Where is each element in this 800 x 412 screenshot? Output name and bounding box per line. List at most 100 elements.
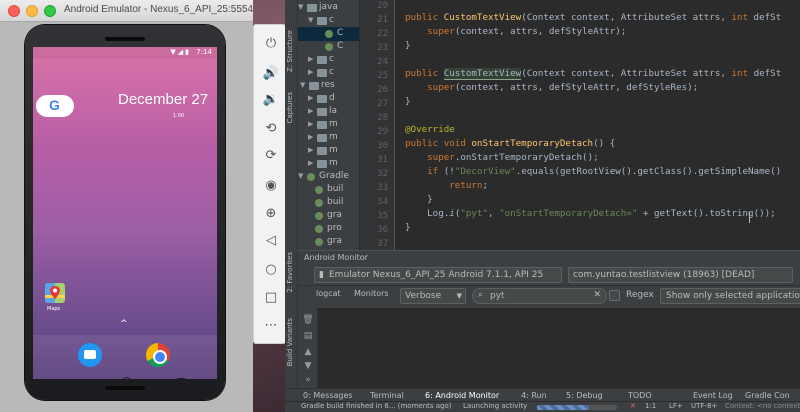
cancel-progress-icon[interactable]: ✕	[630, 402, 636, 410]
project-tree-item[interactable]: buil	[298, 183, 359, 197]
overview-button-icon[interactable]: □	[262, 289, 280, 307]
tree-expand-icon[interactable]: ▶	[308, 133, 313, 141]
app-drawer-chevron-icon[interactable]: ^	[120, 319, 128, 329]
tree-expand-icon[interactable]: ▶	[308, 120, 313, 128]
rotate-right-icon[interactable]: ⟳	[262, 147, 280, 165]
line-number: 26	[377, 85, 388, 95]
project-tree-item[interactable]: gra	[298, 235, 359, 249]
project-tree-item[interactable]: ▶ la	[298, 105, 359, 119]
back-button-icon[interactable]: ◁	[262, 232, 280, 250]
project-tree-item[interactable]: ▼ java	[298, 1, 359, 15]
project-tree-item[interactable]: ▶ m	[298, 118, 359, 132]
volume-up-icon[interactable]: 🔊	[262, 65, 280, 83]
tree-expand-icon[interactable]: ▶	[308, 55, 313, 63]
folder-icon	[317, 160, 327, 168]
tree-expand-icon[interactable]: ▶	[308, 146, 313, 154]
logcat-output[interactable]	[318, 308, 800, 388]
google-search-widget[interactable]: G	[36, 95, 74, 117]
bottom-tab[interactable]: 0: Messages	[303, 391, 353, 400]
power-icon[interactable]: ⏻	[262, 35, 280, 53]
project-tree-item[interactable]: ▶ d	[298, 92, 359, 106]
volume-down-icon[interactable]: 🔉	[262, 91, 280, 109]
logcat-tab[interactable]: logcat	[316, 289, 341, 298]
bottom-tab[interactable]: 6: Android Monitor	[425, 391, 499, 400]
build-variants-tool-tab[interactable]: Build Variants	[286, 318, 294, 366]
tree-expand-icon[interactable]: ▶	[308, 107, 313, 115]
bottom-tab[interactable]: 5: Debug	[566, 391, 603, 400]
project-tree-item[interactable]: ▼ c	[298, 14, 359, 28]
device-selector-bar: ▮ Emulator Nexus_6_API_25 Android 7.1.1,…	[298, 264, 800, 286]
line-separator[interactable]: LF+	[669, 402, 683, 410]
project-tree-item[interactable]: ▶ c	[298, 53, 359, 67]
logcat-search-input[interactable]: ⌕ pyt ✕	[472, 288, 607, 304]
device-dropdown[interactable]: ▮ Emulator Nexus_6_API_25 Android 7.1.1,…	[314, 267, 562, 283]
structure-tool-tab[interactable]: Z: Structure	[286, 30, 294, 72]
favorites-tool-tab[interactable]: 2: Favorites	[286, 252, 294, 293]
bottom-tab[interactable]: Terminal	[370, 391, 404, 400]
tree-expand-icon[interactable]: ▼	[308, 16, 313, 24]
more-icon[interactable]: ⋯	[262, 317, 280, 335]
tree-expand-icon[interactable]: ▼	[300, 81, 305, 89]
tree-expand-icon[interactable]: ▶	[308, 159, 313, 167]
minimize-window-button[interactable]	[26, 5, 38, 17]
regex-checkbox[interactable]	[609, 290, 620, 301]
tree-expand-icon[interactable]: ▼	[298, 3, 303, 11]
project-tree-label: c	[329, 67, 334, 77]
camera-icon[interactable]: ◉	[262, 177, 280, 195]
project-tree-label: m	[329, 145, 338, 155]
process-dropdown[interactable]: com.yuntao.testlistview (18963) [DEAD]	[568, 267, 793, 283]
date-widget[interactable]: December 27	[118, 91, 208, 108]
back-icon[interactable]: ◀	[71, 378, 78, 379]
code-editor[interactable]: public CustomTextView(Context context, A…	[395, 0, 800, 250]
project-tree-item[interactable]: ▶ m	[298, 131, 359, 145]
bottom-tab[interactable]: Event Log	[693, 391, 733, 400]
project-tree-item[interactable]: ▶ c	[298, 66, 359, 80]
project-tree-item[interactable]: ▼ res	[298, 79, 359, 93]
maps-app-icon[interactable]	[45, 283, 65, 303]
monitors-tab[interactable]: Monitors	[354, 289, 389, 298]
home-button-icon[interactable]: ○	[262, 261, 280, 279]
status-time: 7:14	[196, 48, 212, 56]
close-window-button[interactable]	[8, 5, 20, 17]
up-arrow-icon[interactable]: ▲	[302, 346, 314, 358]
file-encoding[interactable]: UTF-8+	[691, 402, 717, 410]
recents-icon[interactable]	[177, 378, 185, 379]
emulator-window: Android Emulator - Nexus_6_API_25:5554 ▼…	[0, 0, 253, 412]
bottom-tab[interactable]: Gradle Con	[745, 391, 790, 400]
filter-dropdown[interactable]: Show only selected application	[660, 288, 800, 304]
expand-icon[interactable]: »	[302, 374, 314, 386]
project-tree-item[interactable]: C	[298, 27, 359, 41]
clear-search-icon[interactable]: ✕	[593, 290, 601, 300]
project-tree-item[interactable]: C	[298, 40, 359, 54]
rotate-left-icon[interactable]: ⟲	[262, 120, 280, 138]
project-tree-item[interactable]: buil	[298, 196, 359, 210]
cursor-position[interactable]: 1:1	[645, 402, 656, 410]
project-tree-item[interactable]: gra	[298, 209, 359, 223]
captures-tool-tab[interactable]: Captures	[286, 92, 294, 123]
log-level-dropdown[interactable]: Verbose ▼	[400, 288, 466, 304]
bottom-tab[interactable]: TODO	[628, 391, 652, 400]
tree-expand-icon[interactable]: ▶	[308, 94, 313, 102]
project-tree-item[interactable]: pro	[298, 222, 359, 236]
emulator-titlebar[interactable]: Android Emulator - Nexus_6_API_25:5554	[0, 0, 253, 22]
project-tree-item[interactable]: ▶ m	[298, 157, 359, 171]
scroll-to-end-icon[interactable]: ▤	[302, 330, 314, 342]
maximize-window-button[interactable]	[44, 5, 56, 17]
home-icon[interactable]	[122, 377, 131, 379]
tree-expand-icon[interactable]: ▶	[308, 68, 313, 76]
project-tree-item[interactable]: ▼ Gradle	[298, 170, 359, 184]
clear-log-icon[interactable]: 🗑	[302, 314, 314, 326]
down-arrow-icon[interactable]: ▼	[302, 360, 314, 372]
android-status-bar[interactable]: ▼◢▮ 7:14	[33, 47, 217, 59]
phone-screen[interactable]: ▼◢▮ 7:14 G December 27 1:00 Maps ^	[33, 47, 217, 379]
messages-app-icon[interactable]	[78, 343, 102, 367]
project-tree-label: d	[329, 93, 335, 103]
bottom-tab[interactable]: 4: Run	[521, 391, 547, 400]
tree-expand-icon[interactable]: ▼	[298, 172, 303, 180]
chrome-app-icon[interactable]	[146, 343, 170, 367]
bottom-tool-tabs: 0: Messages Terminal 6: Android Monitor 4: …	[285, 388, 800, 401]
zoom-icon[interactable]: ⊕	[262, 205, 280, 223]
chevron-down-icon: ▼	[456, 292, 462, 300]
project-tree-item[interactable]: ▶ m	[298, 144, 359, 158]
status-message[interactable]: Gradle build finished in 6... (moments a…	[301, 402, 452, 410]
